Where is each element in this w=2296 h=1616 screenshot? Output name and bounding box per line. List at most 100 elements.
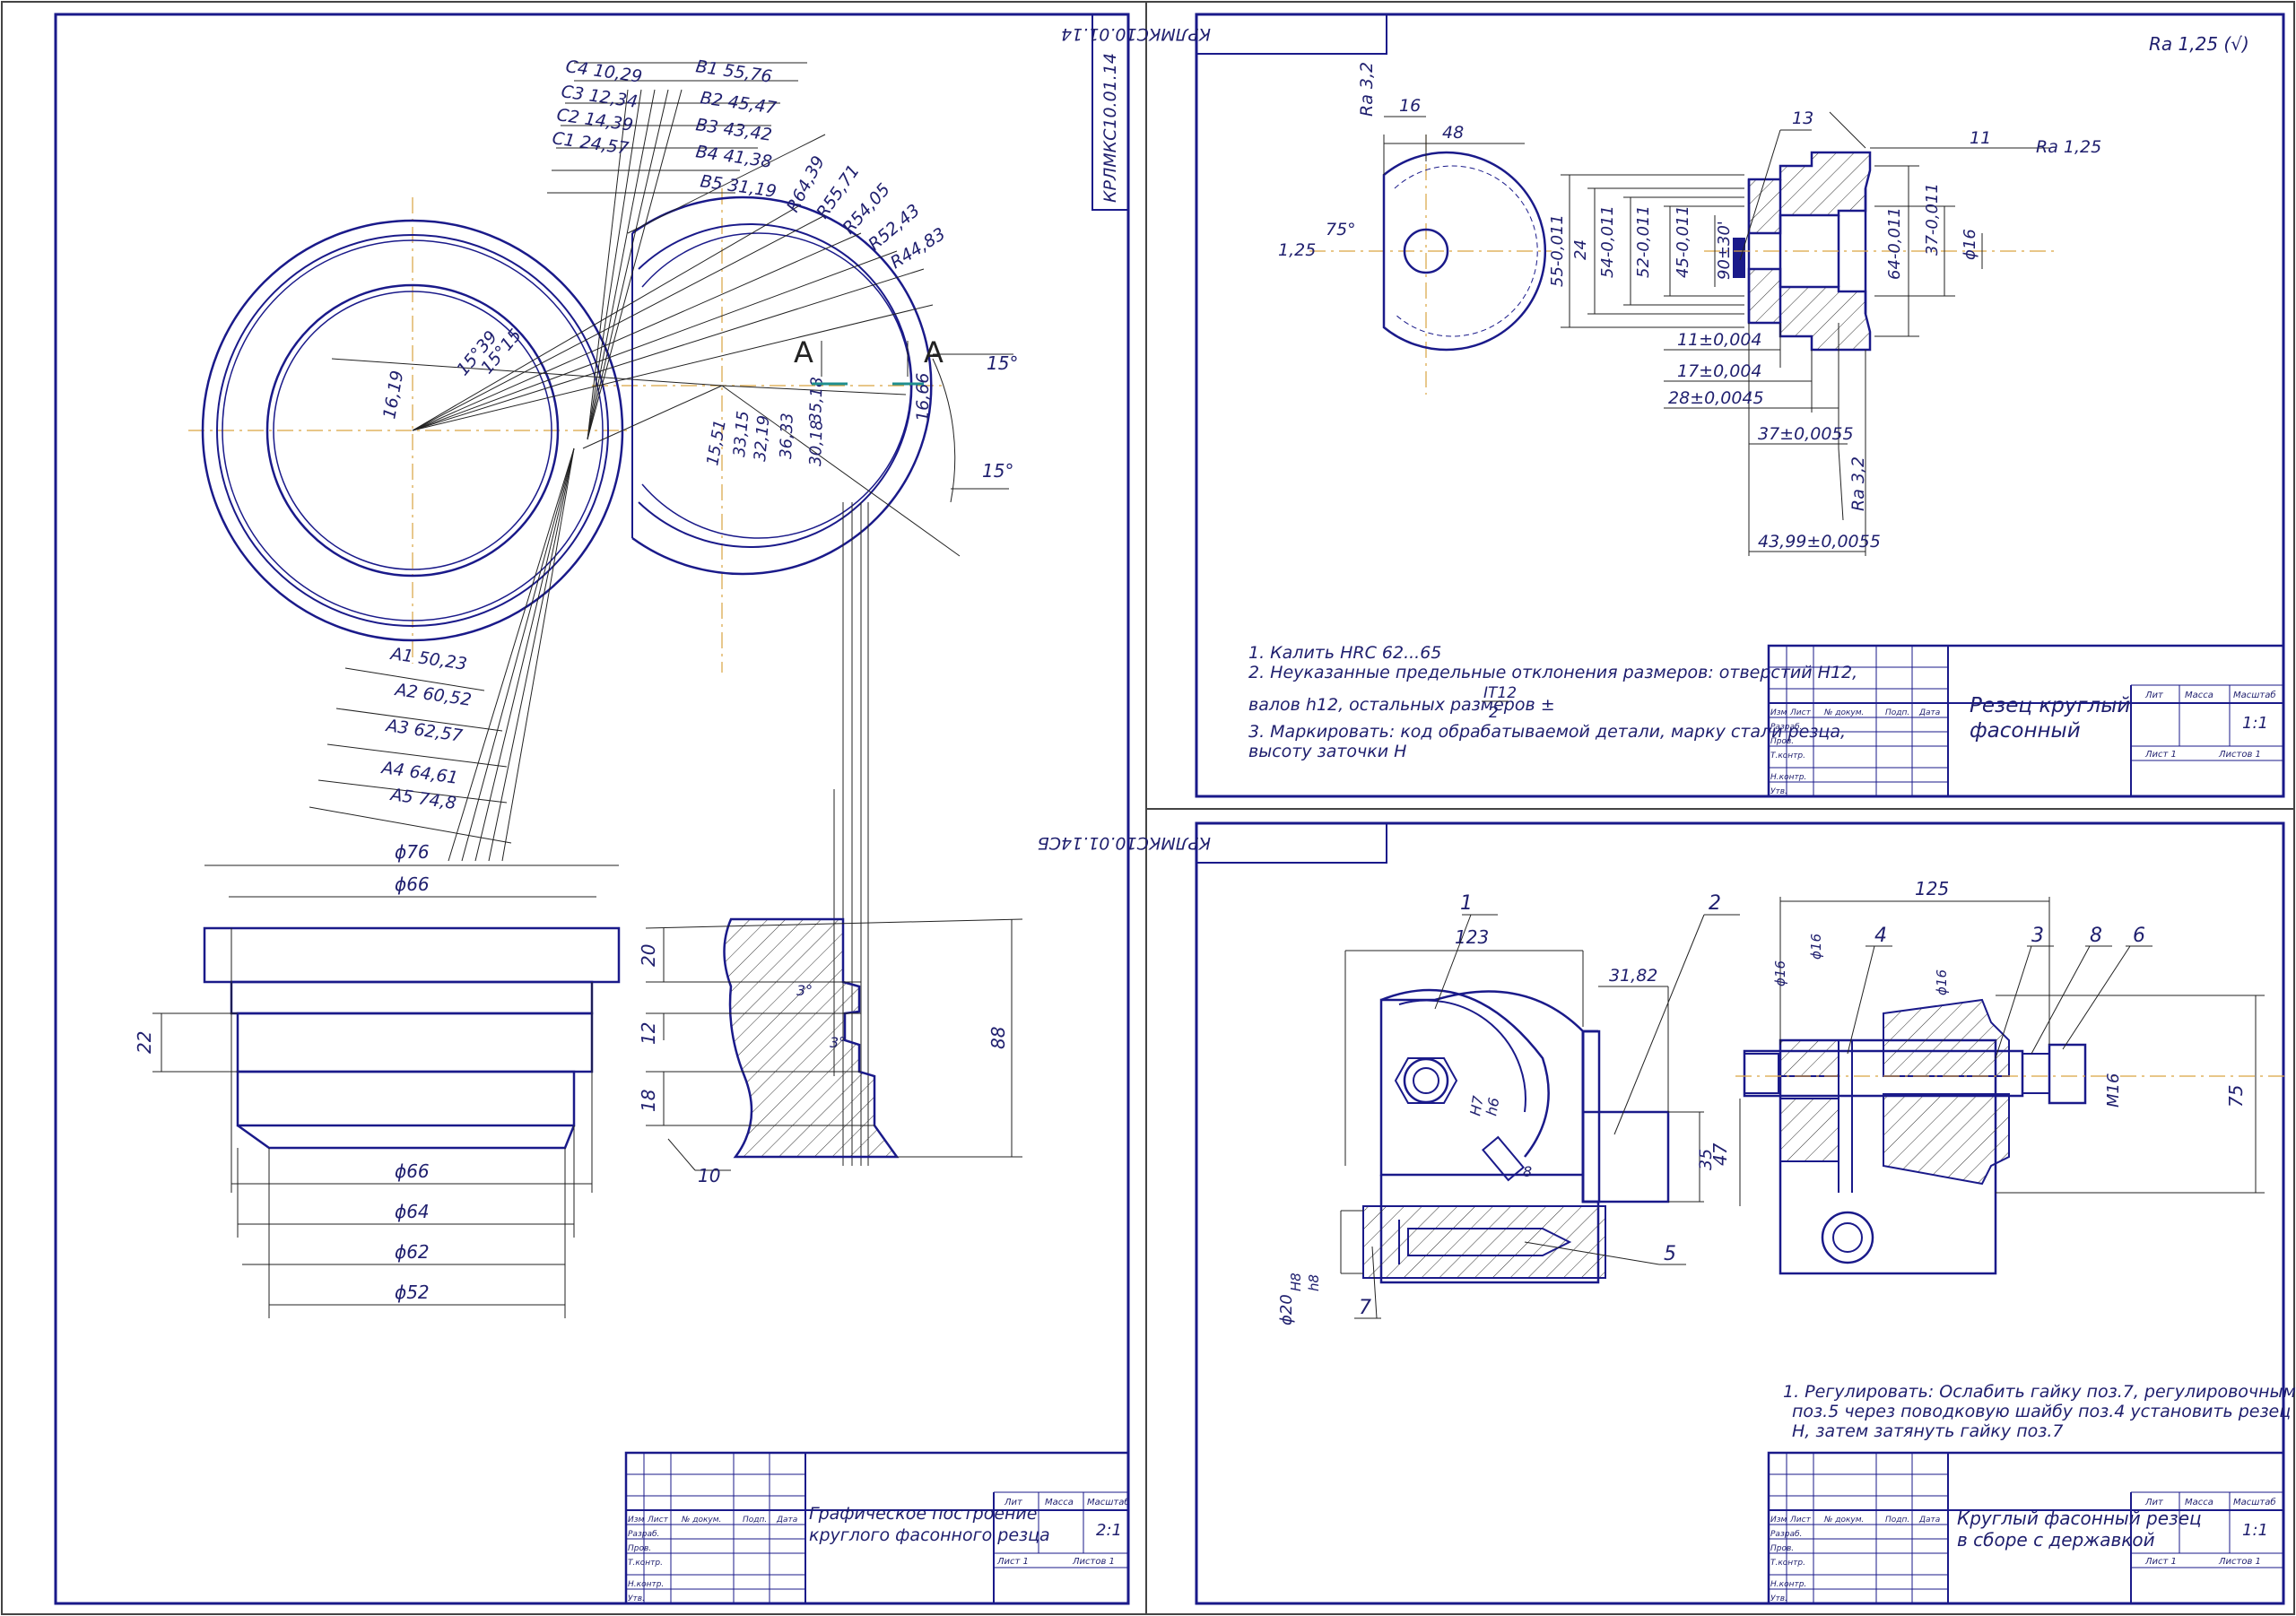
s2-hdr-list: Лист [1789,708,1812,717]
s3-hdr-doc: № докум. [1823,1516,1864,1525]
s2-vdim-16: ϕ16 [1961,229,1979,260]
s3-note-1: 1. Регулировать: Ослабить гайку поз.7, р… [1783,1382,2296,1402]
s3-pos-4: 4 [1874,925,1887,947]
s1-title-2: круглого фасонного резца [809,1525,1050,1545]
s2-hdr-sign: Подп. [1885,708,1909,717]
s3-dim-75: 75 [2225,1085,2247,1108]
s2-dim-16: 16 [1399,96,1421,116]
angle-16-19: 16,19 [379,369,407,420]
s3-title-1: Круглый фасонный резец [1957,1507,2202,1529]
s1-role-1: Разраб. [628,1530,659,1539]
s1-sheets: Листов 1 [1072,1557,1115,1567]
s2-role-5: Утв. [1770,787,1787,796]
s2-title-2: фасонный [1970,719,2081,743]
s1-hdr-list: Лист [647,1516,669,1525]
s3-lit: Лит [2144,1498,2164,1507]
workpiece-side-view: ϕ76 ϕ66 ϕ66 ϕ64 ϕ62 ϕ52 22 [134,841,621,1318]
drawing-sheet: КРЛМКС10.01.14 C4 10,29 C3 12,34 C2 14,3… [1,1,2296,1615]
s3-pos-7: 7 [1359,1297,1371,1319]
construction-lines [331,89,961,1166]
diam-64: ϕ64 [395,1201,430,1222]
s2-hdim-17: 17±0,004 [1677,361,1762,381]
s3-notes: 1. Регулировать: Ослабить гайку поз.7, р… [1783,1382,2296,1441]
roughness-global: Ra 1,25 (√) [2149,33,2249,55]
r-dimension-stack: R64,39 R55,71 R54,05 R52,43 R44,83 [783,152,949,273]
s3-role-1: Разраб. [1770,1530,1802,1539]
s3-dim-125: 125 [1915,878,1949,899]
s2-title-1: Резец круглый [1970,694,2130,717]
a-dim-5: A5 74,8 [387,785,457,813]
s3-dim-47: 47 [1709,1142,1731,1166]
s3-left-view: 123 31,82 35 H7 h6 8 ϕ20 H8 h8 [1277,926,1716,1325]
s3-fit-d16-a: ϕ16 [1772,960,1788,986]
s3-note-3: H, затем затянуть гайку поз.7 [1792,1421,2063,1441]
s3-scale-lbl: Масштаб [2233,1497,2276,1507]
s2-scale: 1:1 [2242,714,2268,733]
s2-vdim-52: 52-0,011 [1634,205,1653,278]
height-22: 22 [134,1031,155,1054]
a-dim-1: A1 50,23 [387,644,468,674]
angle-15-bottom: 15° [982,460,1013,482]
diam-76: ϕ76 [395,841,430,863]
s3-title-2: в сборе с державкой [1957,1529,2155,1551]
s2-vdim-24: 24 [1571,239,1590,260]
inner-dim-3: 32,19 [751,414,773,462]
tool-profile: 20 12 18 88 3° 3° 10 [638,917,1023,1186]
s2-dim-48: 48 [1442,123,1464,143]
flange [203,926,621,984]
angle-3-a: 3° [796,982,813,999]
s2-sheets: Листов 1 [2218,750,2261,760]
diam-66-top: ϕ66 [395,873,430,895]
s3-sheet: Лист 1 [2144,1557,2177,1567]
s2-pos-13: 13 [1792,109,1813,128]
s2-frac-top: IT12 [1483,684,1517,702]
section-label-right: A [924,335,944,369]
section-label-left: A [794,335,813,369]
s3-fit-h8: H8 [1288,1273,1304,1291]
sheet3-title-block: Изм Лист № докум. Подп. Дата Разраб. Про… [1767,1451,2285,1605]
s1-scale: 2:1 [1096,1521,1122,1540]
s3-sheets: Листов 1 [2218,1557,2261,1567]
a-dim-2: A2 60,52 [392,680,473,710]
s2-angle-75: 75° [1326,220,1356,239]
diam-66-bottom: ϕ66 [395,1160,430,1182]
s2-ra-bottom: Ra 3,2 [1848,456,1868,511]
s2-role-4: Н.контр. [1770,773,1806,782]
s2-ra-left: Ra 3,2 [1357,62,1377,117]
s2-notes: 1. Калить HRC 62...65 2. Неуказанные пре… [1248,643,1857,761]
inner-dim-4: 36,33 [777,413,797,459]
s2-vdim-64: 64-0,011 [1885,207,1904,280]
sheet1: КРЛМКС10.01.14 C4 10,29 C3 12,34 C2 14,3… [54,13,1130,1605]
s1-hdr-doc: № докум. [681,1516,721,1525]
b-dim-1: B1 55,76 [694,56,773,87]
s2-vdim-55: 55-0,011 [1548,214,1567,287]
s2-vdim-54: 54-0,011 [1598,205,1617,278]
s2-vdim-37: 37-0,011 [1923,183,1942,256]
s3-scale: 1:1 [2242,1521,2268,1540]
height-20: 20 [638,944,659,967]
s2-vdim-45: 45-0,011 [1674,205,1692,278]
inner-dims: 15,51 33,15 32,19 36,33 30,18 35,18 [703,377,827,467]
s3-hdr-date: Дата [1918,1516,1940,1525]
s3-pos-6: 6 [2133,925,2145,947]
sheet1-code: КРЛМКС10.01.14 [1100,53,1120,203]
s3-pos-1: 1 [1460,892,1473,915]
s3-role-2: Пров. [1770,1544,1794,1553]
cb-dimension-stack: C4 10,29 C3 12,34 C2 14,39 C1 24,57 B1 5… [547,56,807,202]
a-dimension-stack: A1 50,23 A2 60,52 A3 62,57 A4 64,61 A5 7… [309,644,512,844]
s1-role-3: Т.контр. [628,1559,663,1568]
s2-note-2: 2. Неуказанные предельные отклонения раз… [1248,663,1857,682]
s2-note-4: 3. Маркировать: код обрабатываемой детал… [1248,722,1846,742]
s2-hdim-11: 11±0,004 [1677,330,1762,350]
s3-fit-h6-left: h6 [1483,1096,1502,1116]
s1-role-4: Н.контр. [628,1580,664,1589]
s3-pos-2: 2 [1709,892,1721,915]
b-dim-2: B2 45,47 [699,88,778,118]
s3-note-2: поз.5 через поводковую шайбу поз.4 устан… [1792,1402,2296,1421]
inner-dim-5: 30,18 [806,420,827,466]
dim-16-66: 16,66 [913,373,933,421]
sheet1-frame [54,13,1130,1605]
height-12: 12 [638,1022,659,1045]
s3-dim-31: 31,82 [1609,966,1657,986]
s3-hdr-list: Лист [1789,1516,1812,1525]
